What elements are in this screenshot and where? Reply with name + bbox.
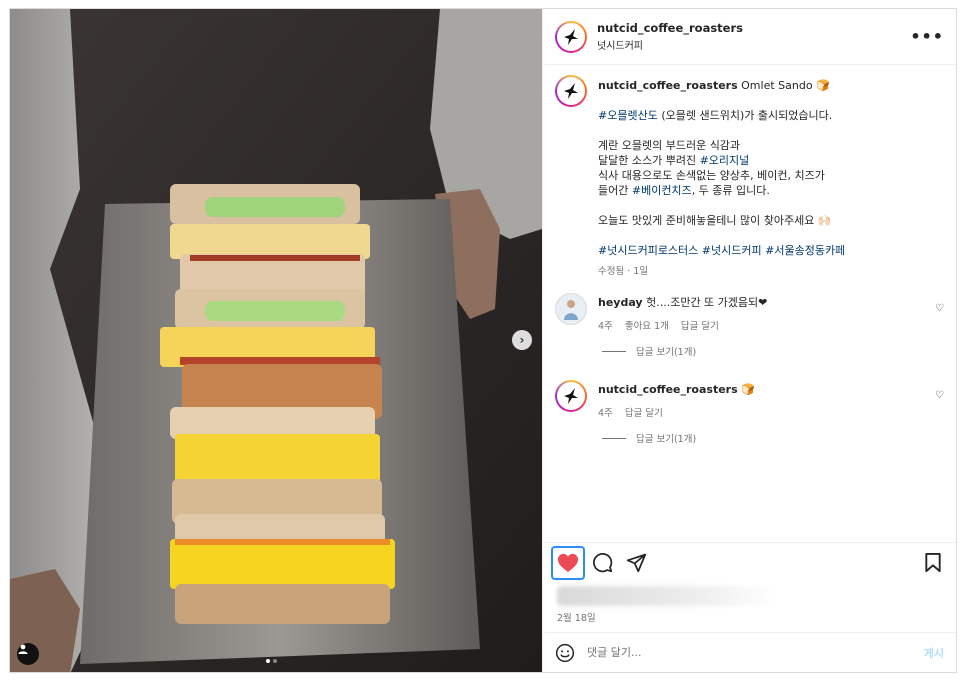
view-replies-label: 답글 보기(1개) xyxy=(636,434,697,445)
caption-text: 계란 오믈렛의 부드러운 식감과 xyxy=(598,139,741,152)
carousel-indicator xyxy=(266,659,277,663)
caption-title: Omlet Sando 🍞 xyxy=(741,79,830,92)
commenter-avatar[interactable] xyxy=(555,380,587,412)
caption-text: 들어간 xyxy=(598,184,632,197)
comment-username[interactable]: nutcid_coffee_roasters xyxy=(598,383,738,396)
comment: heyday 헛....조만간 또 가겠음되❤ 4주 좋아요 1개 답글 달기 … xyxy=(555,293,944,332)
comment-like-icon[interactable]: ♡ xyxy=(930,303,944,314)
carousel-dot xyxy=(273,659,277,663)
post-image[interactable]: › xyxy=(10,9,542,672)
caption-meta: 수정됨 · 1일 xyxy=(598,266,649,277)
author-username[interactable]: nutcid_coffee_roasters xyxy=(597,21,910,35)
comment-text: 🍞 xyxy=(741,383,755,396)
post-actions xyxy=(543,542,956,582)
comment-like-icon[interactable]: ♡ xyxy=(930,390,944,401)
hashtag-link[interactable]: #넛시드커피로스터스 xyxy=(598,244,698,257)
comment-input[interactable] xyxy=(587,646,924,659)
bookmark-icon xyxy=(925,552,941,573)
sandwich-photo xyxy=(10,9,542,672)
comment-time[interactable]: 4주 xyxy=(598,408,613,419)
location-label[interactable]: 넛시드커피 xyxy=(597,37,910,52)
view-replies-button[interactable]: 답글 보기(1개) xyxy=(602,344,944,358)
hashtag-link[interactable]: #오리지널 xyxy=(700,154,750,167)
hashtag-link[interactable]: #베이컨치즈 xyxy=(632,184,692,197)
heart-filled-icon xyxy=(558,553,578,572)
comment-text: 헛....조만간 또 가겠음되❤ xyxy=(646,296,768,309)
view-replies-label: 답글 보기(1개) xyxy=(636,347,697,358)
more-options-icon[interactable]: ••• xyxy=(910,27,944,46)
likes-summary-blurred xyxy=(557,586,777,606)
caption-text: (오믈렛 샌드위치)가 출시되었습니다. xyxy=(657,109,833,122)
person-icon xyxy=(564,300,578,320)
like-button[interactable] xyxy=(551,545,585,580)
caption-username[interactable]: nutcid_coffee_roasters xyxy=(598,79,738,92)
hashtag-link[interactable]: #서울송정동카페 xyxy=(765,244,845,257)
comment-username[interactable]: heyday xyxy=(598,296,643,309)
comment-time[interactable]: 4주 xyxy=(598,321,613,332)
caption-text: , 두 종류 입니다. xyxy=(691,184,770,197)
hashtag-link[interactable]: #오믈렛산도 xyxy=(598,109,658,122)
caption: nutcid_coffee_roasters Omlet Sando 🍞 #오믈… xyxy=(555,75,944,277)
comments-area[interactable]: nutcid_coffee_roasters Omlet Sando 🍞 #오믈… xyxy=(543,65,956,542)
post-modal: › nutcid_coffee_roasters 넛시드커피 ••• nutci… xyxy=(9,8,957,673)
comment-likes[interactable]: 좋아요 1개 xyxy=(625,321,669,332)
comment-composer: 게시 xyxy=(543,632,956,672)
caption-text: 식사 대용으로도 손색없는 양상추, 베이컨, 치즈가 xyxy=(598,169,825,182)
comment: nutcid_coffee_roasters 🍞 4주 답글 달기 ♡ xyxy=(555,380,944,419)
carousel-dot-active xyxy=(266,659,270,663)
comment-icon xyxy=(592,553,612,573)
caption-avatar[interactable] xyxy=(555,75,587,107)
view-replies-button[interactable]: 답글 보기(1개) xyxy=(602,431,944,445)
emoji-icon[interactable] xyxy=(555,643,575,663)
post-header: nutcid_coffee_roasters 넛시드커피 ••• xyxy=(543,9,956,65)
brand-logo-icon xyxy=(564,28,578,45)
caption-text: 오늘도 맛있게 준비해놓을테니 많이 찾아주세요 🙌🏻 xyxy=(598,214,832,227)
chevron-right-icon: › xyxy=(519,333,525,347)
post-comment-button[interactable]: 게시 xyxy=(924,645,944,661)
tagged-users-button[interactable] xyxy=(17,643,39,665)
post-date[interactable]: 2월 18일 xyxy=(557,610,956,624)
reply-button[interactable]: 답글 달기 xyxy=(625,408,663,419)
brand-logo-icon xyxy=(564,83,578,99)
author-avatar[interactable] xyxy=(555,20,587,53)
next-image-button[interactable]: › xyxy=(512,330,532,350)
commenter-avatar[interactable] xyxy=(555,293,587,325)
share-button[interactable] xyxy=(619,546,653,580)
post-side-panel: nutcid_coffee_roasters 넛시드커피 ••• nutcid_… xyxy=(542,9,956,672)
send-icon xyxy=(626,553,646,573)
user-icon xyxy=(18,644,28,654)
reply-button[interactable]: 답글 달기 xyxy=(681,321,719,332)
save-button[interactable] xyxy=(916,546,950,580)
caption-text: 달달한 소스가 뿌려진 xyxy=(598,154,700,167)
brand-logo-icon xyxy=(564,388,578,404)
comment-button[interactable] xyxy=(585,546,619,580)
hashtag-link[interactable]: #넛시드커피 xyxy=(702,244,762,257)
